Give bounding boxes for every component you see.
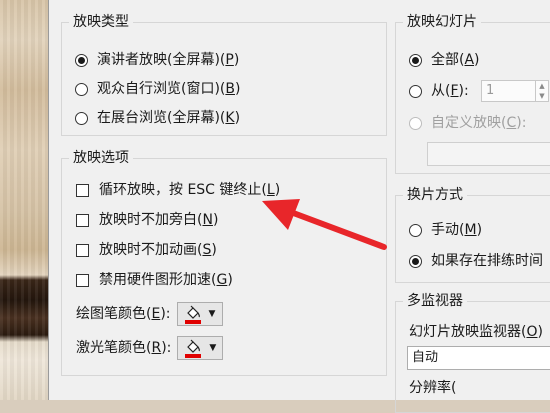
checkbox-no-animation-box[interactable] (76, 243, 89, 257)
radio-manual-button[interactable] (409, 223, 422, 237)
radio-browsed-individual[interactable]: 观众自行浏览(窗口)(B) (75, 80, 240, 98)
radio-use-timings[interactable]: 如果存在排练时间 (409, 252, 543, 270)
radio-presenter-button[interactable] (75, 53, 88, 67)
checkbox-no-narration-label: 放映时不加旁白(N) (99, 212, 219, 228)
spinner-arrows-icon[interactable]: ▲ ▼ (535, 81, 548, 101)
checkbox-loop[interactable]: 循环放映，按 ESC 键终止(L) (76, 181, 280, 199)
show-slides-title: 放映幻灯片 (403, 12, 481, 32)
dropdown-arrow-icon: ▼ (209, 342, 217, 353)
dropdown-arrow-icon: ▼ (208, 308, 216, 319)
radio-all-slides[interactable]: 全部(A) (409, 51, 480, 69)
monitor-select-value: 自动 (412, 350, 439, 365)
radio-custom-show-button (409, 116, 422, 130)
radio-all-slides-label: 全部(A) (431, 52, 480, 68)
desktop-background (0, 0, 48, 400)
monitor-select[interactable]: 自动 (407, 346, 550, 370)
pen-color-row: 绘图笔颜色(E): ▼ (76, 302, 223, 326)
radio-custom-show: 自定义放映(C): (409, 114, 526, 132)
multiple-monitors-title: 多监视器 (403, 291, 467, 311)
radio-presenter[interactable]: 演讲者放映(全屏幕)(P) (75, 51, 239, 69)
radio-manual-label: 手动(M) (431, 222, 483, 238)
radio-all-slides-button[interactable] (409, 53, 422, 67)
checkbox-loop-box[interactable] (76, 183, 89, 197)
radio-manual[interactable]: 手动(M) (409, 221, 482, 239)
checkbox-loop-label: 循环放映，按 ESC 键终止(L) (99, 182, 281, 198)
radio-kiosk-label: 在展台浏览(全屏幕)(K) (97, 110, 241, 126)
checkbox-no-narration-box[interactable] (76, 213, 89, 227)
from-slide-value: 1 (486, 83, 495, 98)
show-options-title: 放映选项 (69, 148, 133, 168)
checkbox-no-animation[interactable]: 放映时不加动画(S) (76, 241, 217, 259)
radio-from-slide-label: 从(F): (431, 83, 469, 99)
radio-custom-show-label: 自定义放映(C): (431, 115, 527, 131)
radio-kiosk[interactable]: 在展台浏览(全屏幕)(K) (75, 109, 240, 127)
radio-from-slide[interactable]: 从(F): (409, 82, 469, 100)
laser-color-label: 激光笔颜色(R): (76, 340, 172, 356)
resolution-label: 分辨率( (409, 380, 457, 396)
radio-from-slide-button[interactable] (409, 84, 422, 98)
radio-use-timings-button[interactable] (409, 254, 422, 268)
set-up-show-dialog: 放映类型 演讲者放映(全屏幕)(P) 观众自行浏览(窗口)(B) 在展台浏览(全… (48, 0, 550, 413)
show-type-title: 放映类型 (69, 12, 133, 32)
radio-use-timings-label: 如果存在排练时间 (431, 253, 543, 269)
pen-color-button[interactable]: ▼ (176, 302, 223, 326)
radio-presenter-label: 演讲者放映(全屏幕)(P) (97, 52, 240, 68)
checkbox-no-narration[interactable]: 放映时不加旁白(N) (76, 211, 218, 229)
laser-color-row: 激光笔颜色(R): ▼ (76, 336, 224, 360)
radio-browsed-individual-label: 观众自行浏览(窗口)(B) (97, 81, 241, 97)
advance-slides-title: 换片方式 (403, 185, 467, 205)
monitor-label: 幻灯片放映监视器(O) (409, 324, 543, 340)
checkbox-disable-hw-accel[interactable]: 禁用硬件图形加速(G) (76, 271, 233, 289)
paint-bucket-icon (184, 305, 201, 324)
paint-bucket-icon (185, 339, 202, 358)
from-slide-spinner[interactable]: 1 ▲ ▼ (481, 80, 549, 102)
radio-kiosk-button[interactable] (75, 111, 88, 125)
checkbox-disable-hw-accel-label: 禁用硬件图形加速(G) (99, 272, 233, 288)
pen-color-label: 绘图笔颜色(E): (76, 306, 171, 322)
checkbox-disable-hw-accel-box[interactable] (76, 273, 89, 287)
custom-show-select (427, 142, 550, 166)
checkbox-no-animation-label: 放映时不加动画(S) (99, 242, 217, 258)
radio-browsed-individual-button[interactable] (75, 82, 88, 96)
laser-color-button[interactable]: ▼ (177, 336, 224, 360)
